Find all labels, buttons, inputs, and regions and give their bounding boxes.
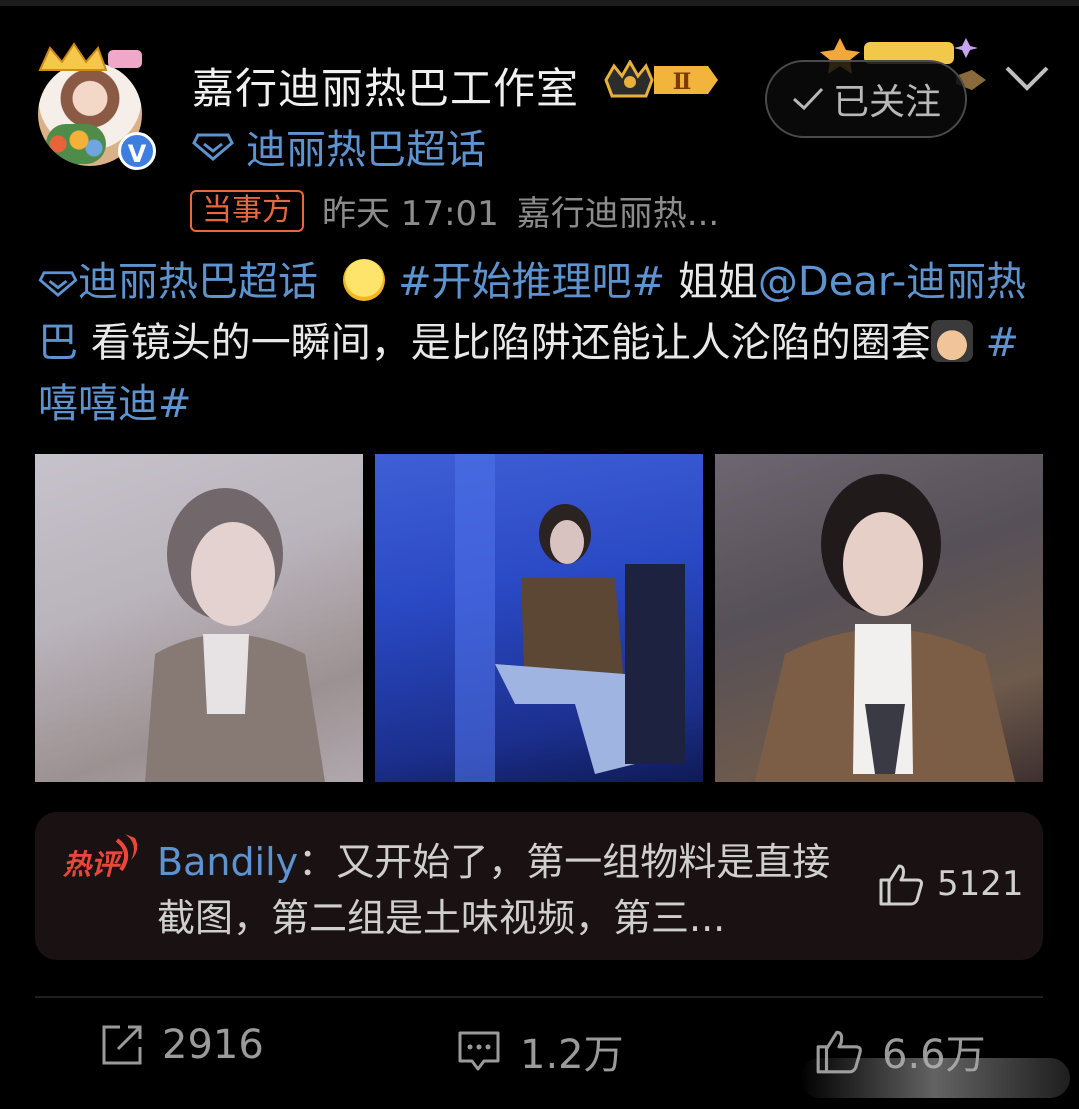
post-meta: 当事方 昨天 17:01 嘉行迪丽热... [190,186,719,235]
hot-comment-card[interactable]: 热评 Bandily：又开始了，第一组物料是直接截图，第二组是土味视频，第三..… [35,812,1043,960]
watermark-blur [800,1058,1070,1098]
photo-2[interactable] [375,454,703,782]
post-source: 嘉行迪丽热... [516,194,720,234]
member-level-badge: Ⅱ [604,60,718,98]
content-text: 姐姐 [677,259,758,305]
photo-3-figure [755,474,1015,782]
supertopic-link[interactable]: 迪丽热巴超话 [192,117,486,175]
follow-label: 已关注 [832,82,941,123]
flower-decoration [46,124,106,164]
photo-3[interactable] [715,454,1043,782]
check-icon [792,87,824,111]
post-content: 迪丽热巴超话 #开始推理吧# 姐姐@Dear-迪丽热巴 看镜头的一瞬间，是比陷阱… [38,252,1048,435]
follow-button[interactable]: 已关注 [765,60,967,138]
avatar[interactable]: V [38,42,160,170]
author-name[interactable]: 嘉行迪丽热巴工作室 [192,55,579,116]
comment-icon [458,1031,500,1071]
comment-button[interactable]: 1.2万 [456,1022,624,1080]
verified-icon: V [118,132,156,170]
repost-icon [102,1025,142,1065]
hot-comment-badge: 热评 [62,848,123,881]
repost-button[interactable]: 2916 [100,1022,264,1068]
photo-grid [35,454,1043,782]
post-time: 昨天 17:01 [322,194,499,234]
hashtag-link[interactable]: #开始推理吧# [398,259,665,305]
content-text: 看镜头的一瞬间，是比陷阱还能让人沦陷的圈套 [90,320,931,366]
party-tag: 当事方 [190,189,304,232]
divider [35,996,1043,998]
hot-comment-text: Bandily：又开始了，第一组物料是直接截图，第二组是土味视频，第三... [157,834,857,946]
photo-1-figure [35,454,363,782]
crown-icon [38,42,142,71]
supertopic-diamond-icon [38,271,78,297]
detective-emoji-icon [930,320,973,362]
hot-comment-author[interactable]: Bandily [157,840,298,884]
status-divider [0,0,1079,6]
hot-comment-like-count: 5121 [937,864,1024,904]
level-text: Ⅱ [673,69,692,95]
photo-2-figure [455,454,685,782]
like-icon [879,864,923,906]
chevron-down-icon[interactable] [1004,64,1050,94]
supertopic-diamond-icon [192,133,234,161]
supertopic-label: 迪丽热巴超话 [246,127,486,173]
hot-comment-separator: ： [298,840,337,884]
hot-comment-like-button[interactable]: 5121 [877,862,1024,906]
smile-emoji-icon [343,259,386,301]
repost-count: 2916 [162,1022,264,1068]
content-supertopic-link[interactable]: 迪丽热巴超话 [38,259,318,305]
comment-count: 1.2万 [520,1032,624,1078]
content-supertopic-label: 迪丽热巴超话 [78,259,318,305]
photo-1[interactable] [35,454,363,782]
hot-comment-icon: 热评 [62,834,138,881]
